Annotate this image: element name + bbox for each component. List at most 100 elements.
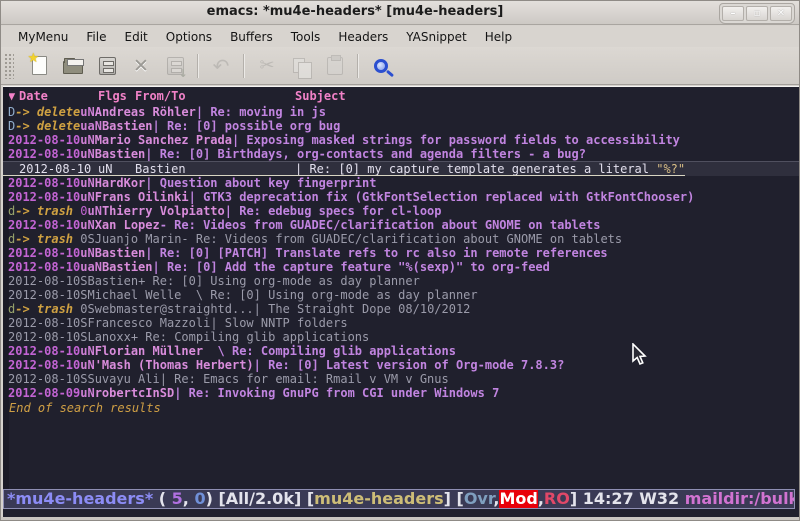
menu-help[interactable]: Help (476, 28, 521, 46)
end-of-search-results: End of search results (3, 401, 799, 415)
menu-file[interactable]: File (77, 28, 115, 46)
minimize-button[interactable]: – (722, 6, 744, 21)
modeline-maildir: maildir:/bulk (685, 489, 795, 508)
message-row[interactable]: 2012-08-10uNBastien| Re: [0] my capture … (3, 161, 799, 176)
message-row[interactable]: 2012-08-10uNFlorian Müllner \ Re: Compil… (3, 344, 799, 358)
message-row[interactable]: 2012-08-10uN'Mash (Thomas Herbert)| Re: … (3, 358, 799, 372)
menu-headers[interactable]: Headers (329, 28, 397, 46)
undo-icon: ↶ (204, 51, 238, 81)
column-header-subject[interactable]: Subject (295, 87, 799, 105)
close-buffer-icon[interactable]: ✕ (124, 51, 158, 81)
message-from: Francesco Mazzoli (87, 316, 210, 330)
message-row[interactable]: D-> deleteuaNBastien| Re: [0] possible o… (3, 119, 799, 133)
menu-tools[interactable]: Tools (282, 28, 330, 46)
message-row[interactable]: d-> trash 0Swebmaster@straightd...| The … (3, 302, 799, 316)
message-subject: \ Re: [0] Using org-mode as day planner (181, 288, 477, 302)
message-subject: | Slow NNTP folders (210, 316, 347, 330)
message-date: 2012-08-09 (8, 386, 80, 400)
message-subject: | Re: moving in js (196, 105, 326, 119)
cut-icon: ✂ (250, 51, 284, 81)
message-date: 2012-08-10 (8, 218, 80, 232)
message-subject: | Exposing masked strings for password f… (232, 133, 680, 147)
message-row[interactable]: d-> trash 0SJuanjo Marin- Re: Videos fro… (3, 232, 799, 246)
message-row[interactable]: D-> deleteuNAndreas Röhler| Re: moving i… (3, 105, 799, 119)
message-flags: S (87, 302, 94, 316)
message-row[interactable]: 2012-08-10uNBastien| Re: [0] [PATCH] Tra… (3, 246, 799, 260)
message-row[interactable]: 2012-08-10uNXan Lopez- Re: Videos from G… (3, 218, 799, 232)
header-line[interactable]: ▼ Date Flgs From/To Subject (3, 87, 799, 105)
toolbar-grip-handle[interactable] (4, 53, 14, 79)
message-from: Bastien (87, 274, 138, 288)
toolbar-separator (357, 54, 359, 78)
close-button[interactable]: ✕ (770, 6, 792, 21)
message-from: Michael Welle (87, 288, 181, 302)
message-row[interactable]: 2012-08-10uNHardKor| Question about key … (3, 176, 799, 190)
mu4e-headers-buffer[interactable]: ▼ Date Flgs From/To Subject D-> deleteuN… (3, 86, 799, 518)
message-subject: \ Re: Compiling glib applications (203, 344, 456, 358)
message-row[interactable]: d-> trash 0uNThierry Volpiatto| Re: edeb… (3, 204, 799, 218)
menu-edit[interactable]: Edit (116, 28, 157, 46)
message-date: 2012-08-10 (8, 288, 80, 302)
modeline-plain: 14:27 W32 (583, 489, 685, 508)
message-date: 2012-08-10 (8, 344, 80, 358)
message-subject: - Re: Videos from GUADEC/clarification a… (181, 232, 622, 246)
column-header-date[interactable]: Date (19, 87, 98, 105)
message-row[interactable]: 2012-08-10SFrancesco Mazzoli| Slow NNTP … (3, 316, 799, 330)
message-subject: | Re: [0] Birthdays, org-contacts and ag… (145, 147, 586, 161)
menu-bar: MyMenuFileEditOptionsBuffersToolsHeaders… (1, 26, 799, 47)
message-subject: | Re: Invoking GnuPG from CGI under Wind… (174, 386, 499, 400)
message-row[interactable]: 2012-08-10uNBastien| Re: [0] Birthdays, … (3, 147, 799, 161)
message-row[interactable]: 2012-08-10SLanoxx+ Re: Compiling glib ap… (3, 330, 799, 344)
message-flags: uN (80, 176, 94, 190)
title-bar[interactable]: emacs: *mu4e-headers* [mu4e-headers] –▫✕ (1, 1, 799, 25)
message-row[interactable]: 2012-08-10SSuvayu Ali| Re: Emacs for ema… (3, 372, 799, 386)
menu-options[interactable]: Options (157, 28, 221, 46)
message-from: Suvayu Ali (87, 372, 159, 386)
mark-indicator: D (3, 105, 15, 119)
emacs-window: emacs: *mu4e-headers* [mu4e-headers] –▫✕… (0, 0, 800, 521)
mark-indicator: d (3, 204, 15, 218)
message-subject: | Re: edebug specs for cl-loop (225, 204, 442, 218)
mark-indicator: d (3, 302, 15, 316)
message-list: D-> deleteuNAndreas Röhler| Re: moving i… (3, 105, 799, 400)
modeline-count-a: 5 (172, 489, 183, 508)
menu-mymenu[interactable]: MyMenu (9, 28, 77, 46)
message-date: 2012-08-10 (8, 246, 80, 260)
message-subject: | Re: [0] Latest version of Org-mode 7.8… (254, 358, 565, 372)
maximize-button[interactable]: ▫ (746, 6, 768, 21)
message-row[interactable]: 2012-08-10uaNBastien| Re: [0] Add the ca… (3, 260, 799, 274)
message-flags: uN (80, 190, 94, 204)
open-folder-icon[interactable] (56, 51, 90, 81)
menu-buffers[interactable]: Buffers (221, 28, 282, 46)
menu-yasnippet[interactable]: YASnippet (397, 28, 476, 46)
message-row[interactable]: 2012-08-10SMichael Welle \ Re: [0] Using… (3, 288, 799, 302)
mark-target: -> trash 0 (15, 204, 87, 218)
mark-indicator: d (3, 232, 15, 246)
message-date: 2012-08-10 (8, 316, 80, 330)
message-from: Andreas Röhler (95, 105, 196, 119)
column-header-flags[interactable]: Flgs (98, 87, 135, 105)
message-flags: uN (80, 246, 94, 260)
message-row[interactable]: 2012-08-10uNFrans Oilinki| GTK3 deprecat… (3, 190, 799, 204)
save-icon[interactable] (90, 51, 124, 81)
message-from: Florian Müllner (95, 344, 203, 358)
message-date: 2012-08-10 (19, 162, 98, 175)
message-row[interactable]: 2012-08-10SBastien+ Re: [0] Using org-mo… (3, 274, 799, 288)
echo-area-minibuffer[interactable] (3, 509, 799, 517)
message-from: Mario Sanchez Prada (95, 133, 232, 147)
message-flags: uN (80, 344, 94, 358)
mark-indicator (3, 162, 19, 175)
mouse-cursor (631, 343, 647, 367)
message-row[interactable]: 2012-08-09uNrobertcInSD| Re: Invoking Gn… (3, 386, 799, 400)
message-flags: uN (80, 218, 94, 232)
message-from: Frans Oilinki (95, 190, 189, 204)
message-row[interactable]: 2012-08-10uNMario Sanchez Prada| Exposin… (3, 133, 799, 147)
message-flags: uN (98, 162, 135, 175)
search-icon[interactable] (364, 51, 398, 81)
mark-target: -> trash 0 (15, 232, 87, 246)
column-header-from[interactable]: From/To (135, 87, 295, 105)
new-file-icon[interactable]: ★ (22, 51, 56, 81)
message-from: HardKor (95, 176, 146, 190)
mode-line: *mu4e-headers* ( 5, 0) [All/2.0k] [mu4e-… (3, 489, 795, 509)
message-flags: uN (80, 147, 94, 161)
